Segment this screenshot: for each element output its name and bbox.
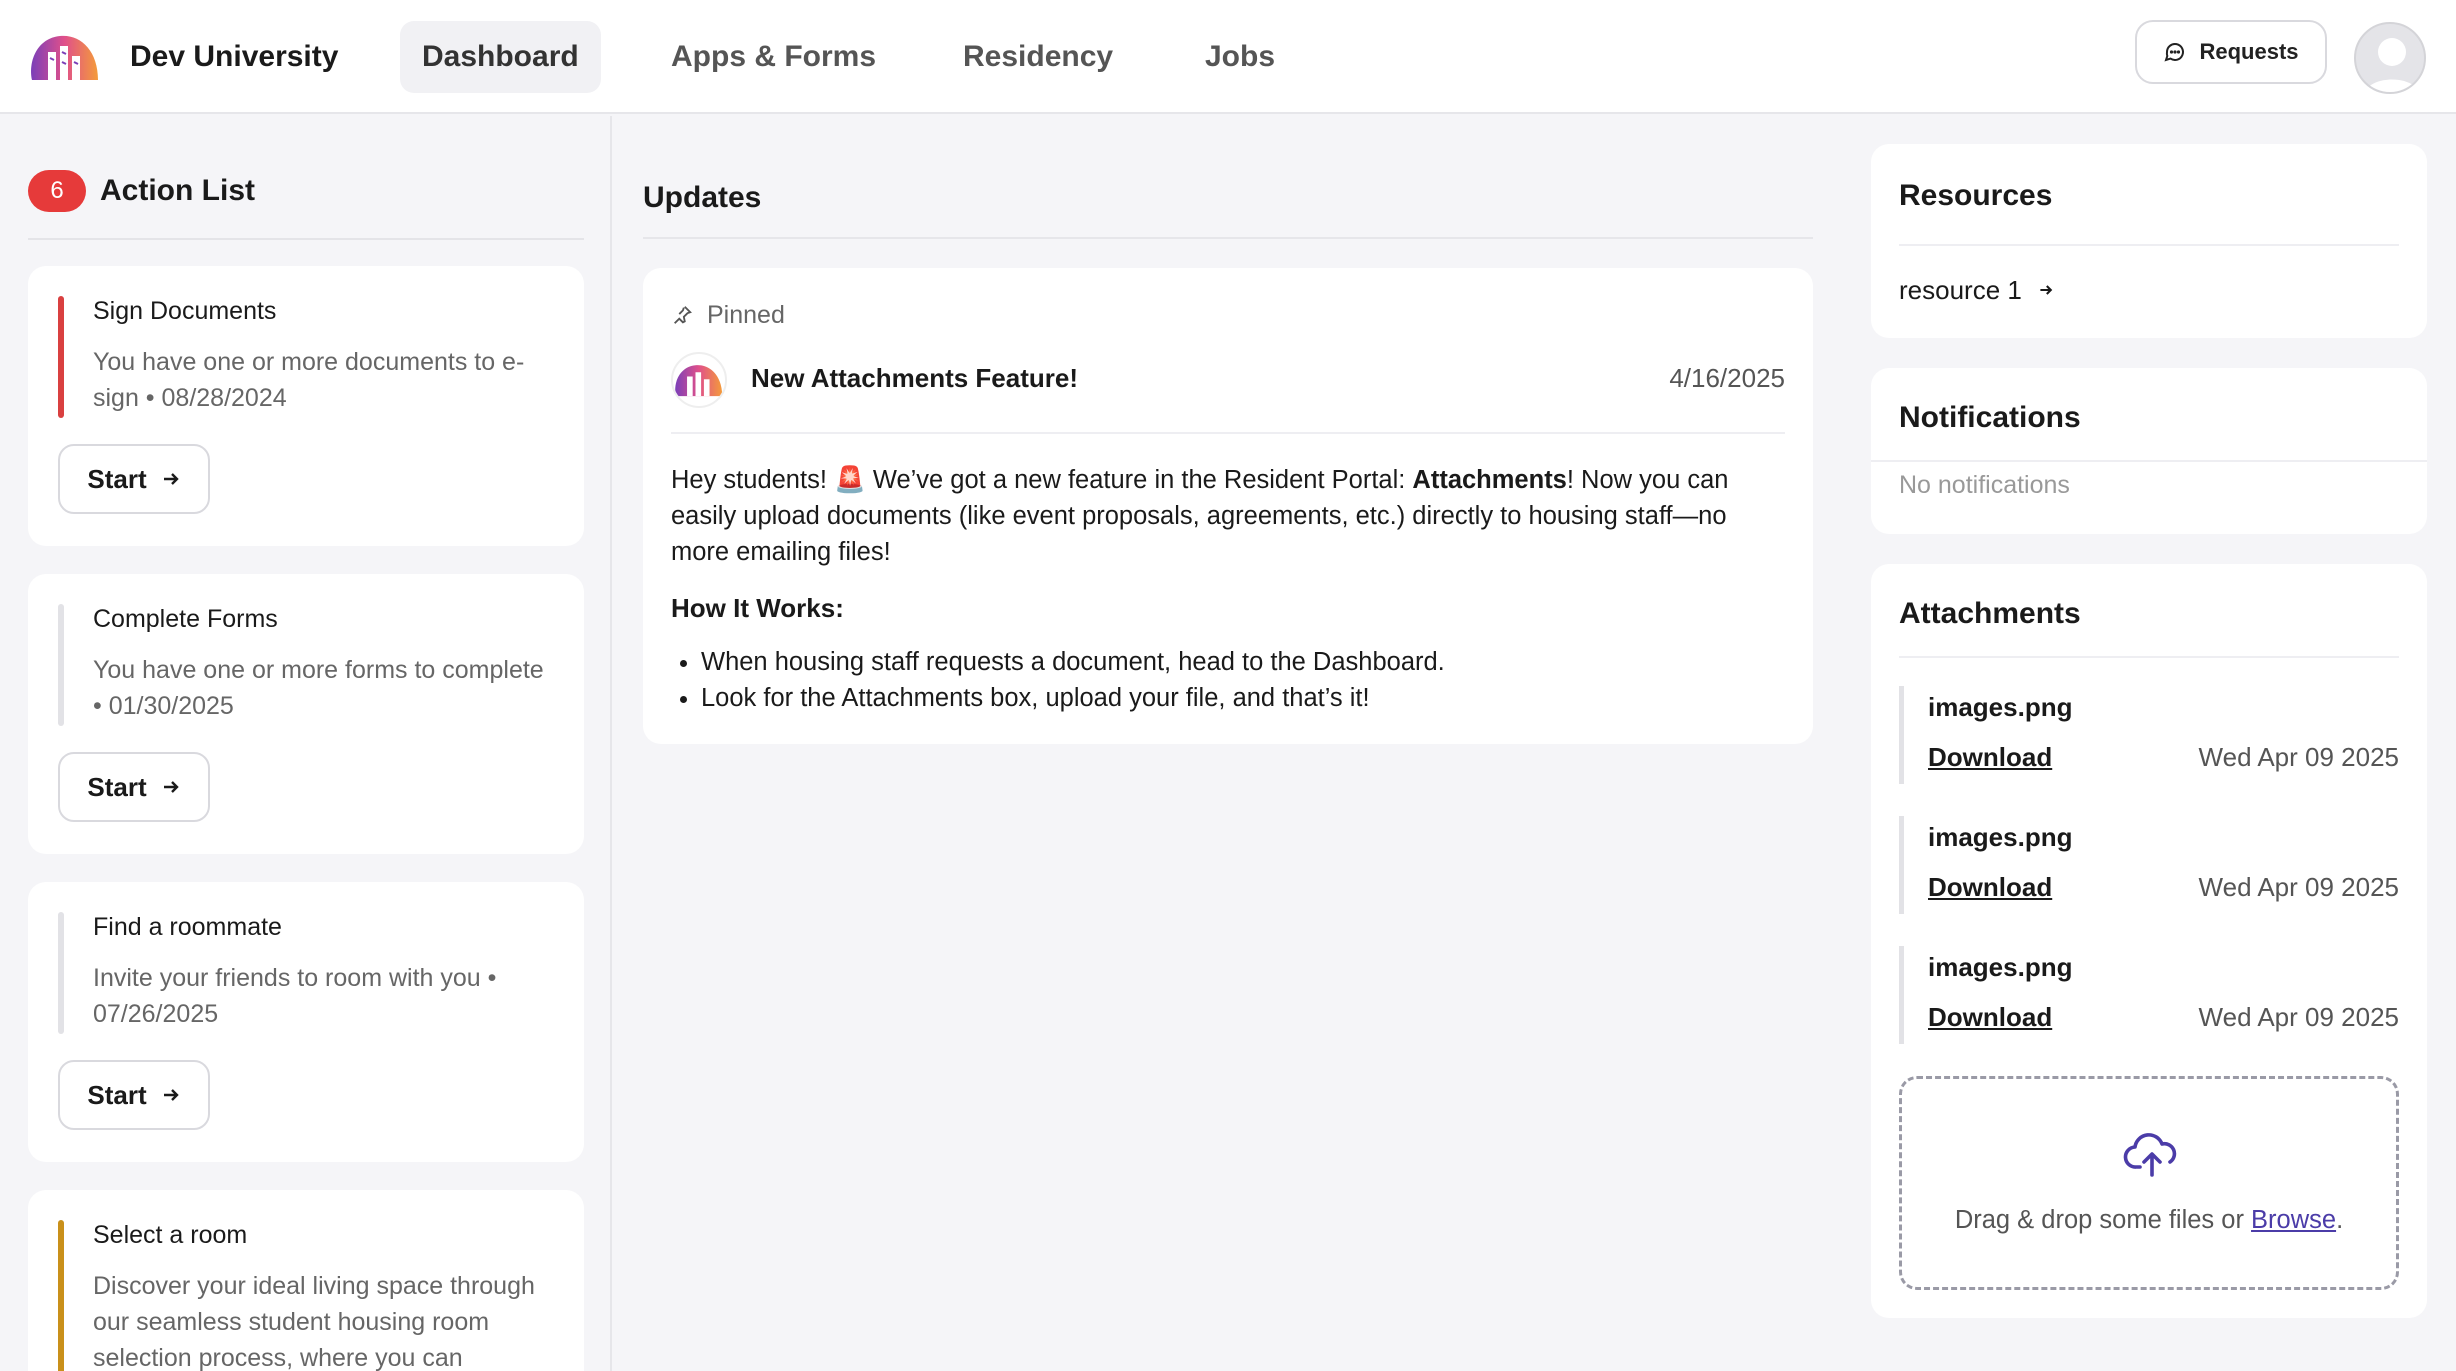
requests-label: Requests: [2199, 39, 2299, 64]
action-card-find-roommate: Find a roommate Invite your friends to r…: [28, 882, 584, 1162]
status-bar: [58, 604, 64, 726]
action-count-badge: 6: [28, 170, 86, 212]
dev-university-logo[interactable]: [28, 30, 102, 84]
user-avatar[interactable]: [2354, 22, 2426, 94]
divider: [1899, 244, 2399, 246]
dropzone-instructions: Drag & drop some files or: [1954, 1206, 2252, 1234]
attachment-item: images.png Download Wed Apr 09 2025: [1899, 946, 2399, 1044]
action-list-column: 6 Action List Sign Documents You have on…: [0, 116, 612, 1371]
chat-bubble-icon: [2164, 43, 2185, 62]
action-list-title: Action List: [100, 174, 255, 207]
action-title: Find a roommate: [93, 913, 282, 941]
nav-residency[interactable]: Residency: [941, 21, 1135, 93]
action-card-complete-forms: Complete Forms You have one or more form…: [28, 574, 584, 854]
action-description: Invite your friends to room with you • 0…: [93, 964, 497, 1028]
attachment-filename: images.png: [1928, 822, 2073, 852]
list-item: Look for the Attachments box, upload you…: [701, 680, 1445, 716]
post-date: 4/16/2025: [1669, 363, 1785, 393]
resources-title: Resources: [1899, 179, 2053, 212]
top-header: Dev University Dashboard Apps & Forms Re…: [0, 0, 2456, 114]
post-body-highlight: Attachments: [1412, 466, 1567, 494]
dropzone-punctuation: .: [2336, 1206, 2344, 1234]
divider: [671, 432, 1785, 434]
start-button[interactable]: Start: [58, 1060, 210, 1130]
post-body: Hey students! 🚨 We’ve got a new feature …: [671, 462, 1785, 570]
updates-title: Updates: [643, 181, 762, 214]
browse-link[interactable]: Browse: [2251, 1206, 2336, 1234]
status-bar: [58, 296, 64, 418]
action-description: You have one or more forms to complete •…: [93, 656, 544, 720]
user-silhouette-icon: [2365, 38, 2419, 92]
attachments-card: Attachments images.png Download Wed Apr …: [1871, 564, 2427, 1318]
start-button[interactable]: Start: [58, 444, 210, 514]
divider: [643, 237, 1813, 239]
status-bar: [58, 912, 64, 1034]
start-label: Start: [87, 463, 147, 494]
how-it-works-heading: How It Works:: [671, 593, 844, 623]
action-title: Select a room: [93, 1221, 248, 1249]
dev-university-logo: [675, 365, 723, 397]
arrow-right-icon: [2040, 285, 2053, 295]
divider: [1871, 460, 2427, 462]
download-link[interactable]: Download: [1928, 1000, 2052, 1034]
file-dropzone[interactable]: Drag & drop some files or Browse.: [1899, 1076, 2399, 1290]
nav-apps-forms[interactable]: Apps & Forms: [649, 21, 898, 93]
attachment-item: images.png Download Wed Apr 09 2025: [1899, 816, 2399, 914]
pinned-label: Pinned: [707, 301, 785, 329]
requests-button[interactable]: Requests: [2135, 20, 2327, 84]
action-title: Complete Forms: [93, 605, 278, 633]
status-bar: [58, 1220, 64, 1371]
resources-card: Resources resource 1: [1871, 144, 2427, 338]
attachments-title: Attachments: [1899, 597, 2081, 630]
notifications-card: Notifications No notifications: [1871, 368, 2427, 534]
list-item: When housing staff requests a document, …: [701, 644, 1445, 680]
how-it-works-list: When housing staff requests a document, …: [701, 644, 1445, 716]
post-title: New Attachments Feature!: [751, 363, 1078, 393]
post-body-intro: Hey students! 🚨 We’ve got a new feature …: [671, 466, 1413, 494]
action-card-select-room: Select a room Discover your ideal living…: [28, 1190, 584, 1371]
start-button[interactable]: Start: [58, 752, 210, 822]
action-description: Discover your ideal living space through…: [93, 1272, 535, 1371]
update-post: Pinned New Attachments Feature! 4/16/202…: [643, 268, 1813, 744]
pin-icon: [674, 306, 692, 324]
resource-link[interactable]: resource 1: [1899, 272, 2054, 308]
start-label: Start: [87, 1079, 147, 1110]
post-author-logo: [671, 352, 727, 408]
empty-notifications: No notifications: [1899, 471, 2070, 499]
dropzone-text: Drag & drop some files or Browse.: [1902, 1203, 2396, 1237]
download-link[interactable]: Download: [1928, 870, 2052, 904]
attachment-filename: images.png: [1928, 952, 2073, 982]
action-card-sign-documents: Sign Documents You have one or more docu…: [28, 266, 584, 546]
action-title: Sign Documents: [93, 297, 277, 325]
attachment-date: Wed Apr 09 2025: [2198, 742, 2399, 772]
attachment-filename: images.png: [1928, 692, 2073, 722]
arrow-right-icon: [163, 473, 179, 485]
nav-jobs[interactable]: Jobs: [1183, 21, 1297, 93]
attachment-date: Wed Apr 09 2025: [2198, 1002, 2399, 1032]
pinned-indicator: Pinned: [671, 298, 785, 332]
nav-dashboard[interactable]: Dashboard: [400, 21, 601, 93]
notifications-title: Notifications: [1899, 401, 2081, 434]
arrow-right-icon: [163, 1089, 179, 1101]
download-link[interactable]: Download: [1928, 740, 2052, 774]
divider: [1899, 656, 2399, 658]
arrow-right-icon: [163, 781, 179, 793]
action-description: You have one or more documents to e-sign…: [93, 348, 525, 412]
attachment-item: images.png Download Wed Apr 09 2025: [1899, 686, 2399, 784]
brand-name: Dev University: [130, 40, 339, 73]
resource-label: resource 1: [1899, 275, 2022, 305]
start-label: Start: [87, 771, 147, 802]
cloud-upload-icon: [2123, 1133, 2177, 1177]
attachment-date: Wed Apr 09 2025: [2198, 872, 2399, 902]
